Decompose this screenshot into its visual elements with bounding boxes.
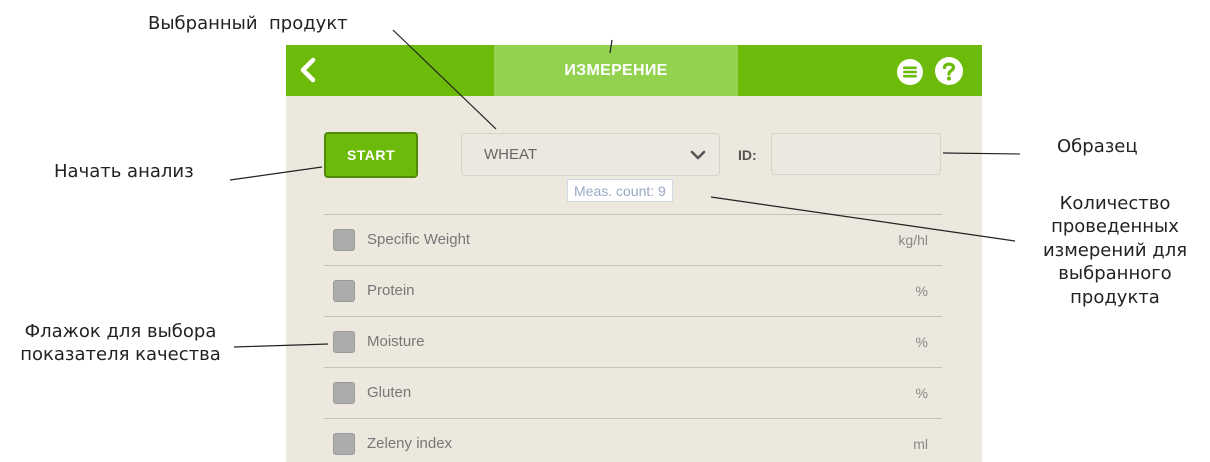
annotation-start-analysis: Начать анализ <box>54 161 194 182</box>
parameter-row[interactable]: Protein % <box>324 265 942 316</box>
parameter-name: Gluten <box>367 384 412 401</box>
parameter-row[interactable]: Zeleny index ml <box>324 418 942 462</box>
parameter-unit: ml <box>913 436 928 452</box>
id-label: ID: <box>738 147 757 163</box>
parameter-unit: % <box>915 334 928 350</box>
meas-count-badge: Meas. count: 9 <box>567 179 673 202</box>
parameter-row[interactable]: Moisture % <box>324 316 942 367</box>
parameter-name: Moisture <box>367 333 425 350</box>
parameter-list: Specific Weight kg/hl Protein % Moisture… <box>324 214 942 462</box>
parameter-checkbox[interactable] <box>333 433 355 455</box>
annotation-meas-count: Количество проведенных измерений для выб… <box>1040 192 1190 309</box>
annotation-meas-count-line: продукта <box>1070 286 1160 308</box>
annotation-checkbox: Флажок для выбора показателя качества <box>8 320 233 367</box>
parameter-checkbox[interactable] <box>333 280 355 302</box>
parameter-row[interactable]: Specific Weight kg/hl <box>324 214 942 265</box>
start-button[interactable]: START <box>324 132 418 178</box>
measurement-screen: ИЗМЕРЕНИЕ START WHEAT ID: Meas. count: 9… <box>286 45 982 462</box>
annotation-checkbox-line: показателя качества <box>20 344 221 366</box>
annotation-meas-count-line: Количество <box>1059 193 1171 214</box>
product-select-value: WHEAT <box>484 146 538 163</box>
tab-measurement[interactable]: ИЗМЕРЕНИЕ <box>494 45 738 96</box>
parameter-unit: % <box>915 283 928 299</box>
parameter-name: Protein <box>367 282 415 299</box>
annotation-meas-count-line: выбранного <box>1058 263 1172 285</box>
chevron-left-icon[interactable] <box>296 57 320 83</box>
menu-icon[interactable] <box>896 58 924 86</box>
parameter-row[interactable]: Gluten % <box>324 367 942 418</box>
help-icon[interactable] <box>934 56 964 86</box>
annotation-checkbox-line: Флажок для выбора <box>24 321 217 342</box>
parameter-name: Specific Weight <box>367 231 471 248</box>
parameter-name: Zeleny index <box>367 435 453 452</box>
parameter-checkbox[interactable] <box>333 229 355 251</box>
sample-id-input[interactable] <box>771 133 941 175</box>
annotation-meas-count-line: измерений для <box>1042 239 1188 261</box>
parameter-checkbox[interactable] <box>333 331 355 353</box>
annotation-sample: Образец <box>1057 136 1138 157</box>
chevron-down-icon <box>690 150 706 160</box>
annotation-selected-product: Выбранный продукт <box>148 13 348 34</box>
annotation-meas-count-line: проведенных <box>1051 216 1179 238</box>
parameter-checkbox[interactable] <box>333 382 355 404</box>
product-select[interactable]: WHEAT <box>461 133 720 176</box>
top-bar: ИЗМЕРЕНИЕ <box>286 45 982 96</box>
parameter-unit: % <box>915 385 928 401</box>
parameter-unit: kg/hl <box>898 232 928 248</box>
